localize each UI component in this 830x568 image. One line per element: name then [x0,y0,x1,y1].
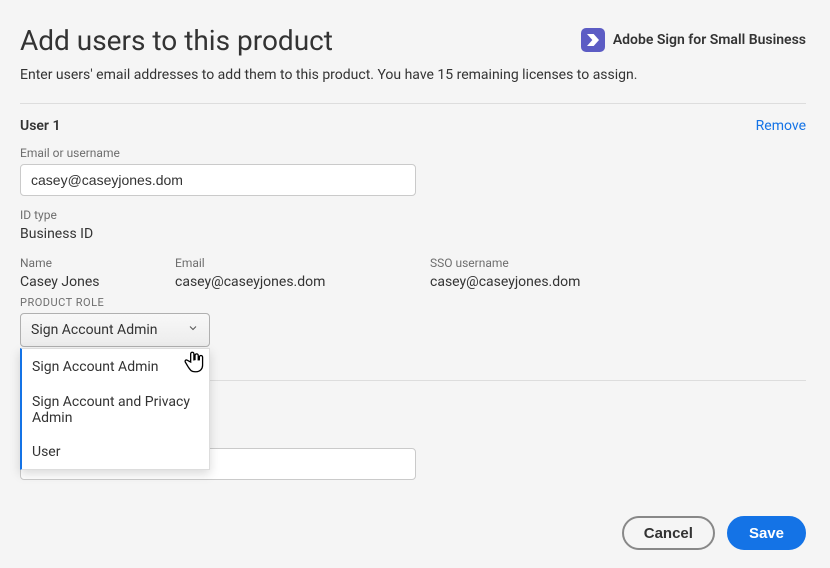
idtype-block: ID type Business ID [20,208,806,242]
save-button[interactable]: Save [727,516,806,550]
emailcol-label: Email [175,256,430,270]
role-option-label: Sign Account Admin [32,359,159,375]
page-title: Add users to this product [20,24,333,57]
user-section-label: User 1 [20,118,60,134]
sso-value: casey@caseyjones.dom [430,274,806,290]
product-role-selected: Sign Account Admin [31,322,158,338]
check-icon [185,358,199,376]
cancel-button[interactable]: Cancel [622,516,715,550]
product-role-dropdown: Sign Account Admin Sign Account Admin Si… [20,313,210,347]
subtitle: Enter users' email addresses to add them… [20,67,806,83]
role-option-user[interactable]: User [22,435,209,469]
idtype-value: Business ID [20,226,806,242]
divider [20,103,806,104]
add-users-modal: Add users to this product Adobe Sign for… [0,0,830,568]
sso-label: SSO username [430,256,806,270]
chevron-down-icon [187,322,199,338]
role-option-sign-account-privacy-admin[interactable]: Sign Account and Privacy Admin [22,385,209,435]
role-option-sign-account-admin[interactable]: Sign Account Admin [22,349,209,385]
product-name: Adobe Sign for Small Business [613,32,806,48]
email-input[interactable] [20,164,416,196]
name-value: Casey Jones [20,274,175,290]
details-row: Name Casey Jones Email casey@caseyjones.… [20,256,806,290]
product-role-select[interactable]: Sign Account Admin [20,313,210,347]
header-row: Add users to this product Adobe Sign for… [20,20,806,67]
product-role-label: PRODUCT ROLE [20,296,806,309]
idtype-label: ID type [20,208,806,222]
emailcol-value: casey@caseyjones.dom [175,274,430,290]
remove-link[interactable]: Remove [756,118,806,134]
name-col: Name Casey Jones [20,256,175,290]
product-role-menu: Sign Account Admin Sign Account and Priv… [20,348,210,470]
role-option-label: Sign Account and Privacy Admin [32,394,199,426]
sso-col: SSO username casey@caseyjones.dom [430,256,806,290]
footer: Cancel Save [622,516,806,550]
name-label: Name [20,256,175,270]
product-role-block: PRODUCT ROLE Sign Account Admin Sign Acc… [20,296,806,347]
product-badge: Adobe Sign for Small Business [581,28,806,52]
emailcol: Email casey@caseyjones.dom [175,256,430,290]
user-header: User 1 Remove [20,118,806,134]
role-option-label: User [32,444,60,460]
email-field-label: Email or username [20,146,806,160]
adobe-sign-icon [581,28,605,52]
email-block: Email or username [20,146,806,196]
